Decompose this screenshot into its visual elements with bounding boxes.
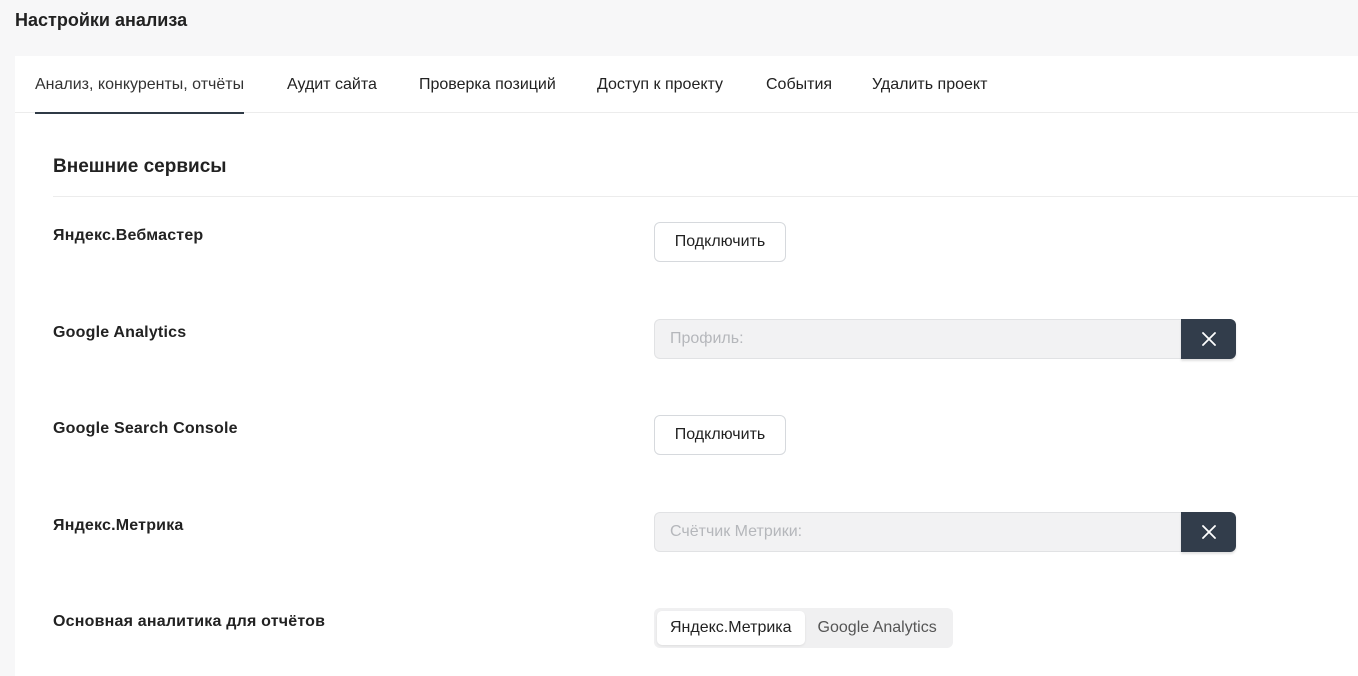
yandex-metrika-counter-input[interactable] bbox=[654, 512, 1181, 552]
google-search-console-connect-button[interactable]: Подключить bbox=[654, 415, 786, 455]
yandex-metrika-label: Яндекс.Метрика bbox=[53, 517, 184, 534]
section-divider bbox=[53, 196, 1358, 197]
tab-analysis[interactable]: Анализ, конкуренты, отчёты bbox=[35, 56, 245, 114]
section-title: Внешние сервисы bbox=[53, 156, 227, 177]
yandex-metrika-clear-button[interactable] bbox=[1181, 512, 1236, 552]
close-icon bbox=[1201, 332, 1216, 346]
settings-panel: Анализ, конкуренты, отчёты Аудит сайта П… bbox=[15, 56, 1358, 676]
close-icon bbox=[1201, 525, 1216, 539]
tab-bar: Анализ, конкуренты, отчёты Аудит сайта П… bbox=[15, 56, 1358, 114]
google-analytics-profile-input[interactable] bbox=[654, 319, 1181, 359]
yandex-webmaster-connect-button[interactable]: Подключить bbox=[654, 222, 786, 262]
primary-analytics-toggle: Яндекс.Метрика Google Analytics bbox=[654, 608, 953, 648]
google-analytics-label: Google Analytics bbox=[53, 324, 187, 341]
google-analytics-profile-group bbox=[654, 319, 1236, 359]
primary-analytics-label: Основная аналитика для отчётов bbox=[53, 613, 326, 630]
tab-position-check[interactable]: Проверка позиций bbox=[419, 56, 556, 113]
tab-site-audit[interactable]: Аудит сайта bbox=[287, 56, 377, 113]
yandex-webmaster-label: Яндекс.Вебмастер bbox=[53, 227, 204, 244]
tab-delete-project[interactable]: Удалить проект bbox=[872, 56, 987, 113]
tab-project-access[interactable]: Доступ к проекту bbox=[597, 56, 723, 113]
google-analytics-clear-button[interactable] bbox=[1181, 319, 1236, 359]
primary-analytics-option-yandex-metrika[interactable]: Яндекс.Метрика bbox=[657, 611, 805, 645]
page-title: Настройки анализа bbox=[15, 10, 188, 30]
primary-analytics-option-google-analytics[interactable]: Google Analytics bbox=[805, 611, 950, 645]
tab-events[interactable]: События bbox=[766, 56, 832, 113]
google-search-console-label: Google Search Console bbox=[53, 420, 238, 437]
yandex-metrika-counter-group bbox=[654, 512, 1236, 552]
